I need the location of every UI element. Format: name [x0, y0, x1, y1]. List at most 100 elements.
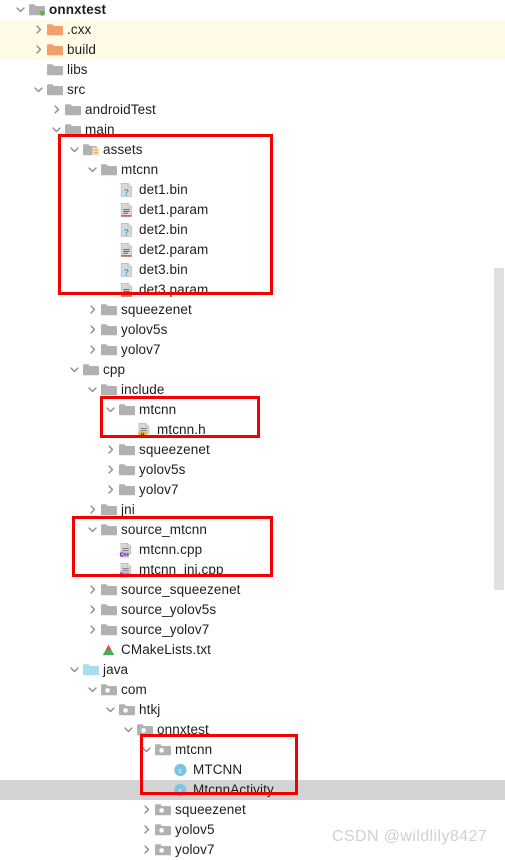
tree-row[interactable]: ? det1.bin	[0, 180, 505, 200]
tree-row[interactable]: jni	[0, 500, 505, 520]
tree-row[interactable]: det2.param	[0, 240, 505, 260]
chevron-right-icon[interactable]	[32, 40, 46, 60]
chevron-right-icon[interactable]	[86, 600, 100, 620]
chevron-down-icon[interactable]	[104, 700, 118, 720]
tree-row[interactable]: libs	[0, 60, 505, 80]
tree-row-label: mtcnn.h	[157, 422, 206, 437]
chevron-right-icon[interactable]	[140, 820, 154, 840]
chevron-right-icon[interactable]	[86, 300, 100, 320]
chevron-right-icon[interactable]	[86, 620, 100, 640]
tree-row[interactable]: source_mtcnn	[0, 520, 505, 540]
chevron-right-icon[interactable]	[50, 100, 64, 120]
tree-row[interactable]: squeezenet	[0, 300, 505, 320]
tree-row-label: det2.bin	[139, 222, 188, 237]
tree-row[interactable]: CMakeLists.txt	[0, 640, 505, 660]
folder-orange-icon	[46, 20, 64, 40]
tree-row-label: mtcnn	[175, 742, 213, 757]
folder-gray-icon	[118, 480, 136, 500]
folder-gray-icon	[118, 400, 136, 420]
tree-row[interactable]: .cxx	[0, 20, 505, 40]
tree-row[interactable]: mtcnn	[0, 160, 505, 180]
tree-row[interactable]: htkj	[0, 700, 505, 720]
tree-row[interactable]: onnxtest	[0, 0, 505, 20]
tree-row[interactable]: onnxtest	[0, 720, 505, 740]
java-class-icon: c	[172, 780, 190, 800]
tree-row[interactable]: c MTCNN	[0, 760, 505, 780]
tree-row[interactable]: main	[0, 120, 505, 140]
chevron-down-icon[interactable]	[86, 520, 100, 540]
tree-row[interactable]: mtcnn	[0, 740, 505, 760]
tree-row[interactable]: source_squeezenet	[0, 580, 505, 600]
svg-text:C++: C++	[120, 572, 130, 578]
folder-gray-icon	[82, 360, 100, 380]
tree-row[interactable]: c MtcnnActivity	[0, 780, 505, 800]
chevron-right-icon[interactable]	[86, 500, 100, 520]
tree-row[interactable]: yolov7	[0, 480, 505, 500]
project-tree[interactable]: onnxtest .cxx build libs src androidTest main a…	[0, 0, 505, 860]
tree-row[interactable]: yolov5s	[0, 320, 505, 340]
chevron-down-icon[interactable]	[68, 140, 82, 160]
tree-row[interactable]: Hmtcnn.h	[0, 420, 505, 440]
tree-row[interactable]: det3.param	[0, 280, 505, 300]
chevron-down-icon[interactable]	[122, 720, 136, 740]
chevron-right-icon[interactable]	[104, 440, 118, 460]
tree-row-label: java	[103, 662, 129, 677]
tree-row-label: assets	[103, 142, 143, 157]
tree-row[interactable]: C++ mtcnn.cpp	[0, 540, 505, 560]
chevron-down-icon[interactable]	[50, 120, 64, 140]
tree-row[interactable]: androidTest	[0, 100, 505, 120]
chevron-right-icon[interactable]	[32, 20, 46, 40]
chevron-right-icon[interactable]	[140, 800, 154, 820]
cpp-file-icon: C++	[118, 540, 136, 560]
tree-row[interactable]: src	[0, 80, 505, 100]
folder-gray-icon	[100, 300, 118, 320]
tree-row[interactable]: yolov7	[0, 340, 505, 360]
tree-row[interactable]: com	[0, 680, 505, 700]
tree-row[interactable]: mtcnn	[0, 400, 505, 420]
tree-row[interactable]: java	[0, 660, 505, 680]
vertical-scrollbar-track[interactable]	[493, 0, 505, 860]
tree-row[interactable]: source_yolov5s	[0, 600, 505, 620]
tree-row[interactable]: ? det3.bin	[0, 260, 505, 280]
tree-row-label: det1.bin	[139, 182, 188, 197]
chevron-right-icon[interactable]	[86, 320, 100, 340]
tree-row[interactable]: cpp	[0, 360, 505, 380]
tree-row[interactable]: squeezenet	[0, 800, 505, 820]
tree-row[interactable]: build	[0, 40, 505, 60]
chevron-down-icon[interactable]	[68, 360, 82, 380]
chevron-right-icon[interactable]	[86, 580, 100, 600]
chevron-down-icon[interactable]	[104, 400, 118, 420]
tree-row[interactable]: det1.param	[0, 200, 505, 220]
tree-row[interactable]: yolov5s	[0, 460, 505, 480]
tree-row[interactable]: squeezenet	[0, 440, 505, 460]
tree-row-label: source_squeezenet	[121, 582, 241, 597]
folder-gray-icon	[64, 120, 82, 140]
chevron-down-icon[interactable]	[32, 80, 46, 100]
tree-row-label: mtcnn_jni.cpp	[139, 562, 224, 577]
chevron-down-icon[interactable]	[140, 740, 154, 760]
chevron-down-icon[interactable]	[68, 660, 82, 680]
chevron-right-icon[interactable]	[104, 460, 118, 480]
tree-row-label: mtcnn	[139, 402, 177, 417]
tree-row-label: mtcnn.cpp	[139, 542, 203, 557]
tree-row-label: yolov5s	[121, 322, 168, 337]
chevron-down-icon[interactable]	[86, 380, 100, 400]
tree-row[interactable]: include	[0, 380, 505, 400]
package-folder-icon	[154, 800, 172, 820]
tree-row[interactable]: source_yolov7	[0, 620, 505, 640]
chevron-right-icon[interactable]	[104, 480, 118, 500]
tree-row[interactable]: assets	[0, 140, 505, 160]
chevron-down-icon[interactable]	[86, 680, 100, 700]
chevron-right-icon[interactable]	[86, 340, 100, 360]
tree-row-label: build	[67, 42, 97, 57]
vertical-scrollbar-thumb[interactable]	[494, 268, 504, 590]
chevron-down-icon[interactable]	[86, 160, 100, 180]
package-folder-icon	[154, 840, 172, 860]
text-file-icon	[118, 200, 136, 220]
chevron-down-icon[interactable]	[14, 0, 28, 20]
tree-row[interactable]: ? det2.bin	[0, 220, 505, 240]
tree-row[interactable]: C++ mtcnn_jni.cpp	[0, 560, 505, 580]
chevron-right-icon[interactable]	[140, 840, 154, 860]
